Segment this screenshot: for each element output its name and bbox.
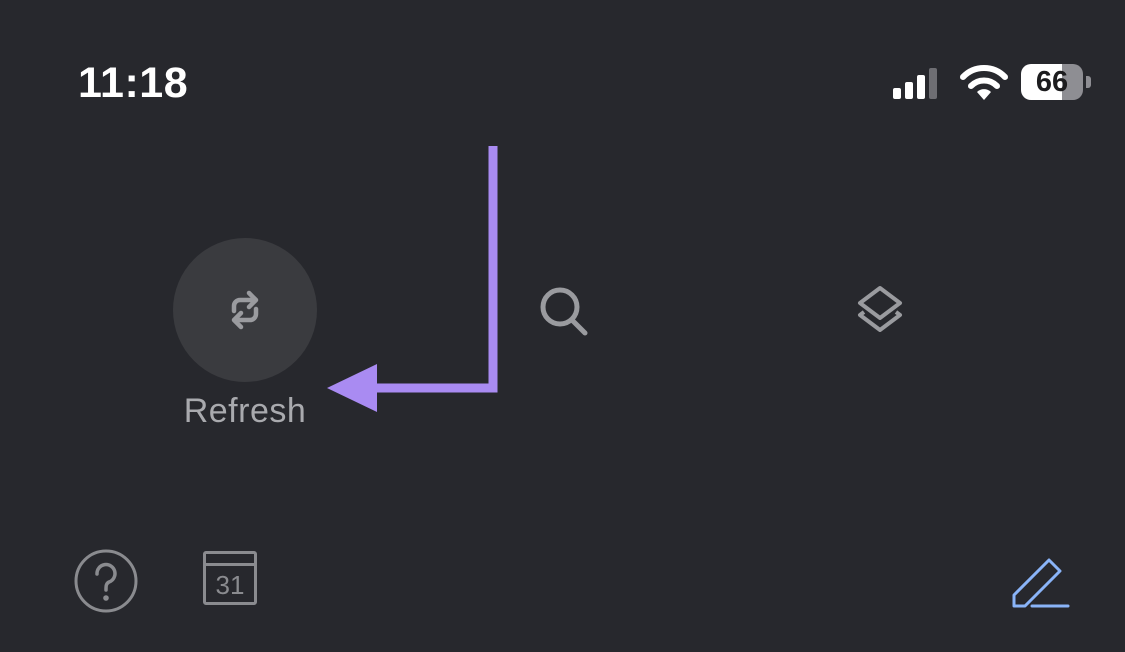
calendar-button[interactable]: 31 (200, 548, 264, 612)
layers-icon (858, 286, 902, 332)
refresh-icon (231, 290, 259, 330)
refresh-label: Refresh (183, 392, 307, 430)
status-time: 11:18 (78, 59, 189, 107)
help-icon (74, 549, 138, 613)
calendar-day: 31 (215, 570, 245, 600)
help-button[interactable] (72, 548, 140, 616)
search-button[interactable] (534, 280, 594, 340)
compose-button[interactable] (1006, 552, 1072, 612)
refresh-button[interactable] (173, 238, 317, 382)
arrow-icon (327, 146, 498, 412)
cellular-signal-icon (893, 68, 945, 100)
search-icon (540, 287, 588, 336)
layers-button[interactable] (852, 282, 908, 338)
compose-pencil-icon (1012, 558, 1070, 608)
battery-icon: 66 (1021, 64, 1093, 102)
battery-level: 66 (1035, 66, 1069, 98)
wifi-icon (958, 64, 1010, 102)
